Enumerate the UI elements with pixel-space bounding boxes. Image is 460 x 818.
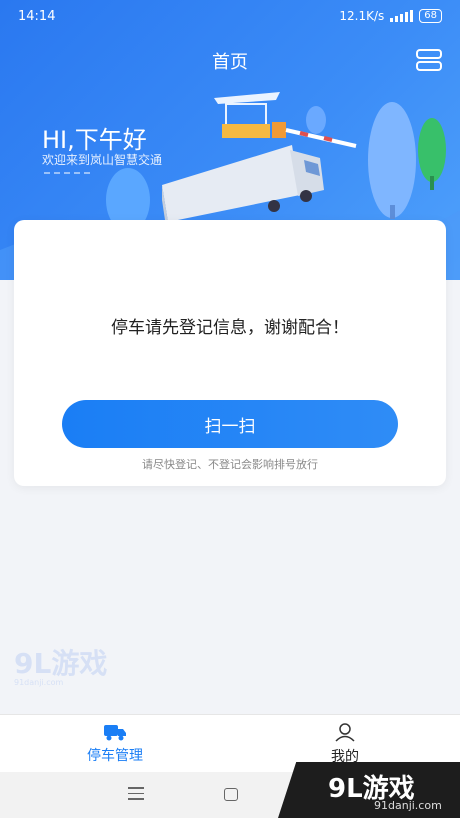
scan-button[interactable]: 扫一扫 xyxy=(62,400,398,448)
tab-label: 停车管理 xyxy=(87,748,143,764)
truck-icon xyxy=(104,725,126,741)
user-icon xyxy=(335,723,355,742)
signal-icon xyxy=(390,10,414,22)
watermark-site: 91danji.com xyxy=(374,799,442,812)
watermark-box: 9L游戏 91danji.com xyxy=(278,762,460,818)
registration-message: 停车请先登记信息，谢谢配合！ xyxy=(111,318,349,338)
greeting-text: HI,下午好 xyxy=(42,126,147,154)
nav-home-icon[interactable] xyxy=(224,788,238,801)
nav-menu-icon[interactable] xyxy=(128,787,144,804)
menu-icon[interactable] xyxy=(416,48,442,72)
watermark-logo: 9L游戏 91danji.com xyxy=(14,642,107,687)
watermark-brand-left: 9L游戏 xyxy=(14,647,108,680)
welcome-subtitle: 欢迎来到岚山智慧交通 xyxy=(42,153,163,167)
registration-note: 请尽快登记、不登记会影响排号放行 xyxy=(142,458,318,471)
registration-card: 停车请先登记信息，谢谢配合！ 扫一扫 请尽快登记、不登记会影响排号放行 xyxy=(14,220,446,486)
network-speed: 12.1K/s xyxy=(339,9,385,23)
status-bar: 14:14 12.1K/s 68 xyxy=(0,0,460,32)
battery-indicator: 68 xyxy=(419,9,442,23)
decorative-dots xyxy=(44,172,90,174)
status-time: 14:14 xyxy=(18,8,56,24)
page-title: 首页 xyxy=(212,52,248,73)
tab-parking[interactable]: 停车管理 xyxy=(0,715,230,773)
